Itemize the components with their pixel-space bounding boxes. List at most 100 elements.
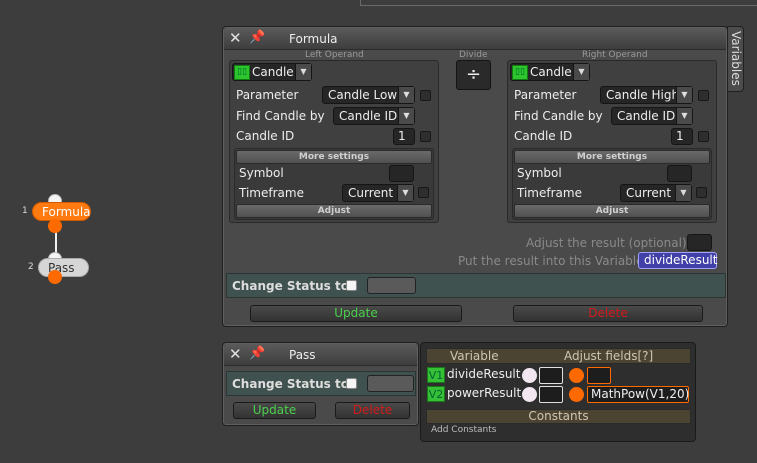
node-output-port[interactable] [48,219,62,233]
panel-title: Formula [289,32,338,46]
variable-row: V1 divideResult [426,365,691,385]
left-parameter-select[interactable]: Candle Low ▼ [322,86,415,104]
workflow-node-pass[interactable]: Pass [38,258,89,277]
parameter-value: Candle Low [328,88,398,102]
status-select[interactable] [367,375,414,392]
candle-id-label: Candle ID [236,129,295,143]
left-symbol-input[interactable] [389,165,414,182]
panel-title: Pass [289,348,316,362]
operand-type-value: Candle [252,65,294,79]
chevron-down-icon: ▼ [397,185,413,201]
change-status-row: Change Status to [226,371,416,396]
right-operand-group: ▯▯ Candle ▼ Parameter Candle High ▼ Find … [507,60,717,223]
variables-panel: Variable Adjust fields[?] V1 divideResul… [420,342,696,442]
adjust-bar[interactable]: Adjust [236,204,432,218]
variable-row: V2 powerResult MathPow(V1,20) [426,384,691,404]
variables-side-tab[interactable]: Variables [727,26,744,92]
left-operand-label: Left Operand [305,50,364,60]
parameter-checkbox[interactable] [420,90,431,101]
formula-panel: ✕ 📌 Formula Left Operand Divide Right Op… [222,26,728,327]
timeframe-checkbox[interactable] [696,187,707,198]
variable-badge: V1 [427,367,445,383]
variables-header: Variable Adjust fields[?] [426,348,691,364]
pass-panel: ✕ 📌 Pass Change Status to Update Delete [222,342,419,426]
right-find-by-select[interactable]: Candle ID ▼ [611,107,693,125]
timeframe-label: Timeframe [517,186,582,200]
right-candle-id-input[interactable]: 1 [671,128,693,145]
node-number: 2 [28,262,34,272]
right-operand-label: Right Operand [582,50,648,60]
find-by-value: Candle ID [339,109,398,123]
formula-panel-header[interactable]: ✕ 📌 Formula [224,28,726,50]
operand-type-value: Candle [530,65,572,79]
adjust-result-input[interactable] [687,234,712,251]
update-button[interactable]: Update [233,402,316,419]
pin-icon[interactable]: 📌 [249,346,265,361]
add-constants-link[interactable]: Add Constants [431,425,496,435]
delete-button[interactable]: Delete [335,402,410,419]
node-output-port[interactable] [48,270,62,284]
parameter-label: Parameter [514,88,577,102]
close-icon[interactable]: ✕ [229,347,242,362]
variable-color-dot[interactable] [522,368,537,383]
more-settings-bar[interactable]: More settings [514,150,710,164]
change-status-label: Change Status to [232,279,349,293]
timeframe-checkbox[interactable] [418,187,429,198]
delete-button[interactable]: Delete [513,305,703,322]
top-panel-edge [360,0,757,6]
adjust-bar[interactable]: Adjust [514,204,710,218]
pin-icon[interactable]: 📌 [249,30,265,45]
timeframe-value: Current [348,186,394,200]
left-find-by-select[interactable]: Candle ID ▼ [333,107,415,125]
variable-color-dot[interactable] [522,387,537,402]
adjust-dot[interactable] [569,387,584,402]
adjust-dot[interactable] [569,368,584,383]
right-symbol-input[interactable] [667,165,692,182]
symbol-label: Symbol [517,166,562,180]
result-variable-chip[interactable]: divideResult [638,252,717,269]
update-button[interactable]: Update [250,305,462,322]
left-timeframe-select[interactable]: Current ▼ [342,184,414,202]
chevron-down-icon: ▼ [573,64,589,80]
adjust-fields-column-header[interactable]: Adjust fields[?] [564,349,653,363]
find-by-value: Candle ID [617,109,676,123]
pass-panel-header[interactable]: ✕ 📌 Pass [224,344,417,366]
symbol-label: Symbol [239,166,284,180]
variable-value-box[interactable] [539,367,563,384]
left-candle-id-input[interactable]: 1 [393,128,415,145]
candle-id-checkbox[interactable] [420,131,431,142]
change-status-label: Change Status to [232,377,349,391]
chevron-down-icon: ▼ [676,108,692,124]
variable-value-box[interactable] [539,386,563,403]
right-parameter-select[interactable]: Candle High ▼ [600,86,693,104]
timeframe-label: Timeframe [239,186,304,200]
divide-label: Divide [459,50,488,60]
left-operand-group: ▯▯ Candle ▼ Parameter Candle Low ▼ Find C… [229,60,439,223]
node-number: 1 [22,206,28,216]
adjust-result-label: Adjust the result (optional): [526,236,691,250]
left-operand-type-select[interactable]: ▯▯ Candle ▼ [232,63,312,81]
node-label: Formula [42,205,91,219]
put-result-label: Put the result into this Variable: [458,254,648,268]
right-operand-type-select[interactable]: ▯▯ Candle ▼ [510,63,590,81]
adjust-field[interactable] [587,367,611,384]
parameter-label: Parameter [236,88,299,102]
variables-tab-label: Variables [729,31,743,86]
candle-id-checkbox[interactable] [698,131,709,142]
variable-name: powerResult [447,386,522,400]
workflow-node-formula[interactable]: Formula [32,202,91,221]
close-icon[interactable]: ✕ [229,31,242,46]
left-more-settings-group: More settings Symbol Timeframe Current ▼… [234,148,434,220]
more-settings-bar[interactable]: More settings [236,150,432,164]
status-select[interactable] [367,277,416,294]
adjust-field[interactable]: MathPow(V1,20) [587,386,689,403]
timeframe-value: Current [626,186,672,200]
divide-operator-button[interactable]: ÷ [456,60,491,90]
chevron-down-icon: ▼ [676,87,692,103]
change-status-checkbox[interactable] [346,280,357,291]
change-status-checkbox[interactable] [346,378,357,389]
parameter-checkbox[interactable] [698,90,709,101]
right-timeframe-select[interactable]: Current ▼ [620,184,692,202]
chevron-down-icon: ▼ [675,185,691,201]
constants-bar[interactable]: Constants [426,409,691,424]
